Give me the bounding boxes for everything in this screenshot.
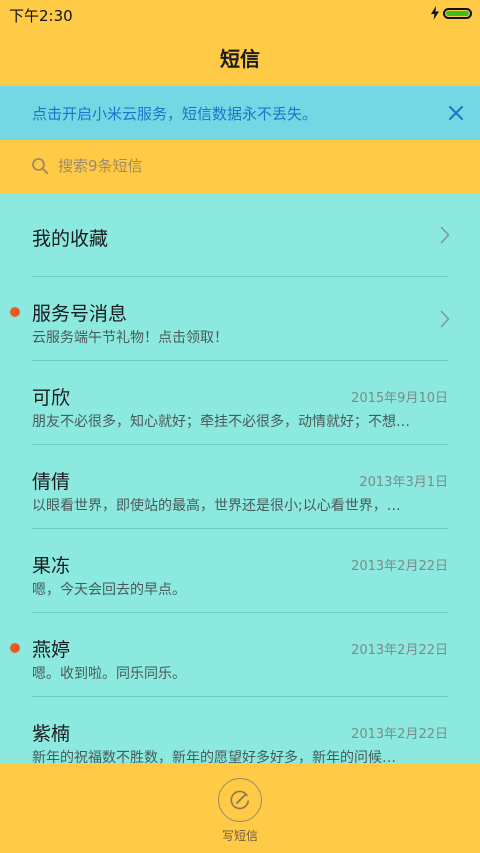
conversation-row[interactable]: 可欣 2015年9月10日 朋友不必很多，知心就好；牵挂不必很多，动情就好；不想… (0, 361, 480, 445)
compose-icon (230, 790, 249, 810)
search-bar (0, 140, 480, 194)
conversation-row[interactable]: 果冻 2013年2月22日 嗯，今天会回去的早点。 (0, 529, 480, 613)
banner-text[interactable]: 点击开启小米云服务，短信数据永不丢失。 (32, 103, 317, 124)
conversation-date: 2015年9月10日 (351, 391, 448, 406)
close-icon[interactable] (446, 103, 466, 123)
conversation-row-service[interactable]: 服务号消息 云服务端午节礼物！点击领取！ (0, 277, 480, 361)
bottom-bar: 写短信 (0, 764, 480, 853)
conversation-preview: 嗯，今天会回去的早点。 (32, 582, 186, 598)
conversation-name: 果冻 (32, 555, 71, 577)
conversation-name: 可欣 (32, 387, 71, 409)
status-bar: 下午2:30 (0, 0, 480, 28)
conversation-list: 我的收藏 服务号消息 云服务端午节礼物！点击领取！ 可欣 2015年9月10日 … (0, 194, 480, 781)
battery-icon (443, 7, 472, 19)
lightning-icon (431, 6, 439, 20)
conversation-name: 服务号消息 (32, 303, 128, 325)
conversation-preview: 以眼看世界，即使站的最高，世界还是很小;以心看世界，… (32, 498, 401, 514)
conversation-name: 燕婷 (32, 639, 71, 661)
cloud-service-banner[interactable]: 点击开启小米云服务，短信数据永不丢失。 (0, 86, 480, 140)
conversation-row[interactable]: 倩倩 2013年3月1日 以眼看世界，即使站的最高，世界还是很小;以心看世界，… (0, 445, 480, 529)
conversation-preview: 嗯。收到啦。同乐同乐。 (32, 666, 186, 682)
battery-level (446, 10, 469, 16)
favorites-row[interactable]: 我的收藏 (0, 194, 480, 277)
conversation-date: 2013年2月22日 (351, 727, 448, 742)
chevron-right-icon (440, 310, 450, 328)
search-input[interactable] (58, 155, 438, 177)
conversation-date: 2013年2月22日 (351, 559, 448, 574)
status-indicators (430, 6, 472, 20)
conversation-name: 倩倩 (32, 471, 71, 493)
compose-label: 写短信 (221, 829, 258, 843)
status-time: 下午2:30 (9, 7, 73, 25)
unread-dot (10, 643, 20, 653)
conversation-date: 2013年3月1日 (359, 475, 448, 490)
chevron-right-icon (440, 226, 450, 244)
favorites-label: 我的收藏 (32, 228, 109, 250)
unread-dot (10, 307, 20, 317)
conversation-date: 2013年2月22日 (351, 643, 448, 658)
search-icon (32, 158, 48, 174)
conversation-preview: 朋友不必很多，知心就好；牵挂不必很多，动情就好；不想… (32, 414, 410, 430)
conversation-row[interactable]: 燕婷 2013年2月22日 嗯。收到啦。同乐同乐。 (0, 613, 480, 697)
page-title: 短信 (220, 46, 260, 71)
conversation-name: 紫楠 (32, 723, 71, 745)
app-header: 短信 (0, 28, 480, 86)
compose-button[interactable] (218, 778, 262, 822)
conversation-preview: 云服务端午节礼物！点击领取！ (32, 330, 228, 346)
